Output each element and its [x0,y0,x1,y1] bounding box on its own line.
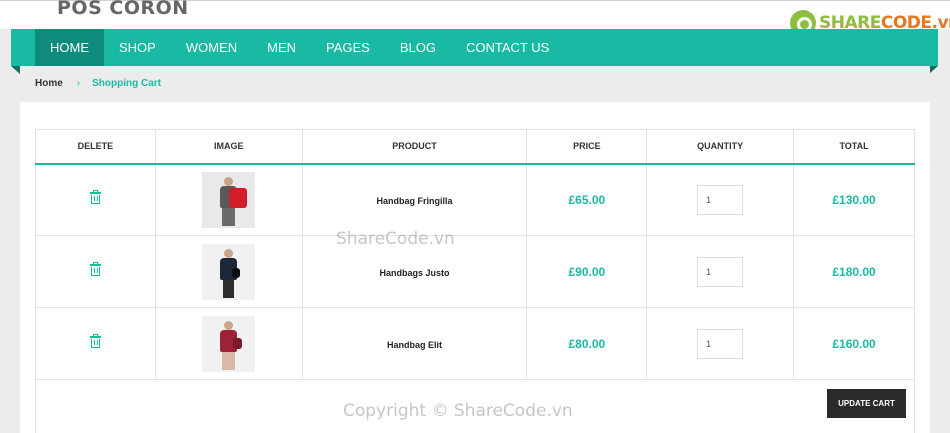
nav-item-blog[interactable]: BLOG [385,29,451,66]
header-price: PRICE [526,129,648,165]
product-image[interactable] [202,171,256,228]
cart-table: DELETE IMAGE PRODUCT PRICE QUANTITY TOTA… [35,129,915,433]
header-total: TOTAL [793,129,915,165]
cart-row: Handbag Fringilla £65.00 £130.00 [35,163,915,236]
product-image[interactable] [202,243,256,300]
nav-item-women[interactable]: WOMEN [171,29,252,66]
product-image[interactable] [202,315,256,372]
line-total: £130.00 [832,192,876,207]
nav-item-shop[interactable]: SHOP [104,29,171,66]
cart-row: Handbag Elit £80.00 £160.00 [35,307,915,380]
quantity-input[interactable] [697,184,744,215]
header-product: PRODUCT [301,129,528,165]
trash-icon[interactable] [89,261,101,276]
header-quantity: QUANTITY [646,129,795,165]
header-delete: DELETE [35,129,156,165]
unit-price: £80.00 [568,336,606,351]
breadcrumb-separator: › [76,78,81,89]
trash-icon[interactable] [89,333,101,348]
quantity-input[interactable] [697,256,744,287]
nav-ribbon-fold-right [929,66,938,74]
breadcrumb-home-link[interactable]: Home [35,78,63,89]
nav-item-men[interactable]: MEN [252,29,311,66]
breadcrumb-bar: Home › Shopping Cart [20,66,930,102]
main-nav: HOME SHOP WOMEN MEN PAGES BLOG CONTACT U… [11,29,938,66]
nav-ribbon-fold-left [11,66,20,74]
unit-price: £90.00 [568,264,606,279]
breadcrumb-current: Shopping Cart [92,78,162,89]
cart-row: Handbags Justo £90.00 £180.00 [35,235,915,308]
product-name-link[interactable]: Handbag Fringilla [377,196,453,206]
line-total: £160.00 [832,336,876,351]
unit-price: £65.00 [568,192,606,207]
trash-icon[interactable] [89,189,101,204]
update-cart-button[interactable]: UPDATE CART [827,389,906,418]
line-total: £180.00 [832,264,876,279]
header-image: IMAGE [154,129,303,165]
site-logo[interactable]: POS CORON [57,0,189,19]
cart-actions-row [35,379,915,433]
product-name-link[interactable]: Handbags Justo [380,268,450,278]
nav-item-contact-us[interactable]: CONTACT US [451,29,564,66]
top-bar: POS CORON SHARECODE.vn [0,0,950,36]
cart-header-row: DELETE IMAGE PRODUCT PRICE QUANTITY TOTA… [35,129,915,165]
quantity-input[interactable] [697,328,744,359]
nav-item-home[interactable]: HOME [35,29,104,66]
nav-item-pages[interactable]: PAGES [311,29,385,66]
product-name-link[interactable]: Handbag Elit [387,340,442,350]
breadcrumb: Home › Shopping Cart [35,78,161,89]
